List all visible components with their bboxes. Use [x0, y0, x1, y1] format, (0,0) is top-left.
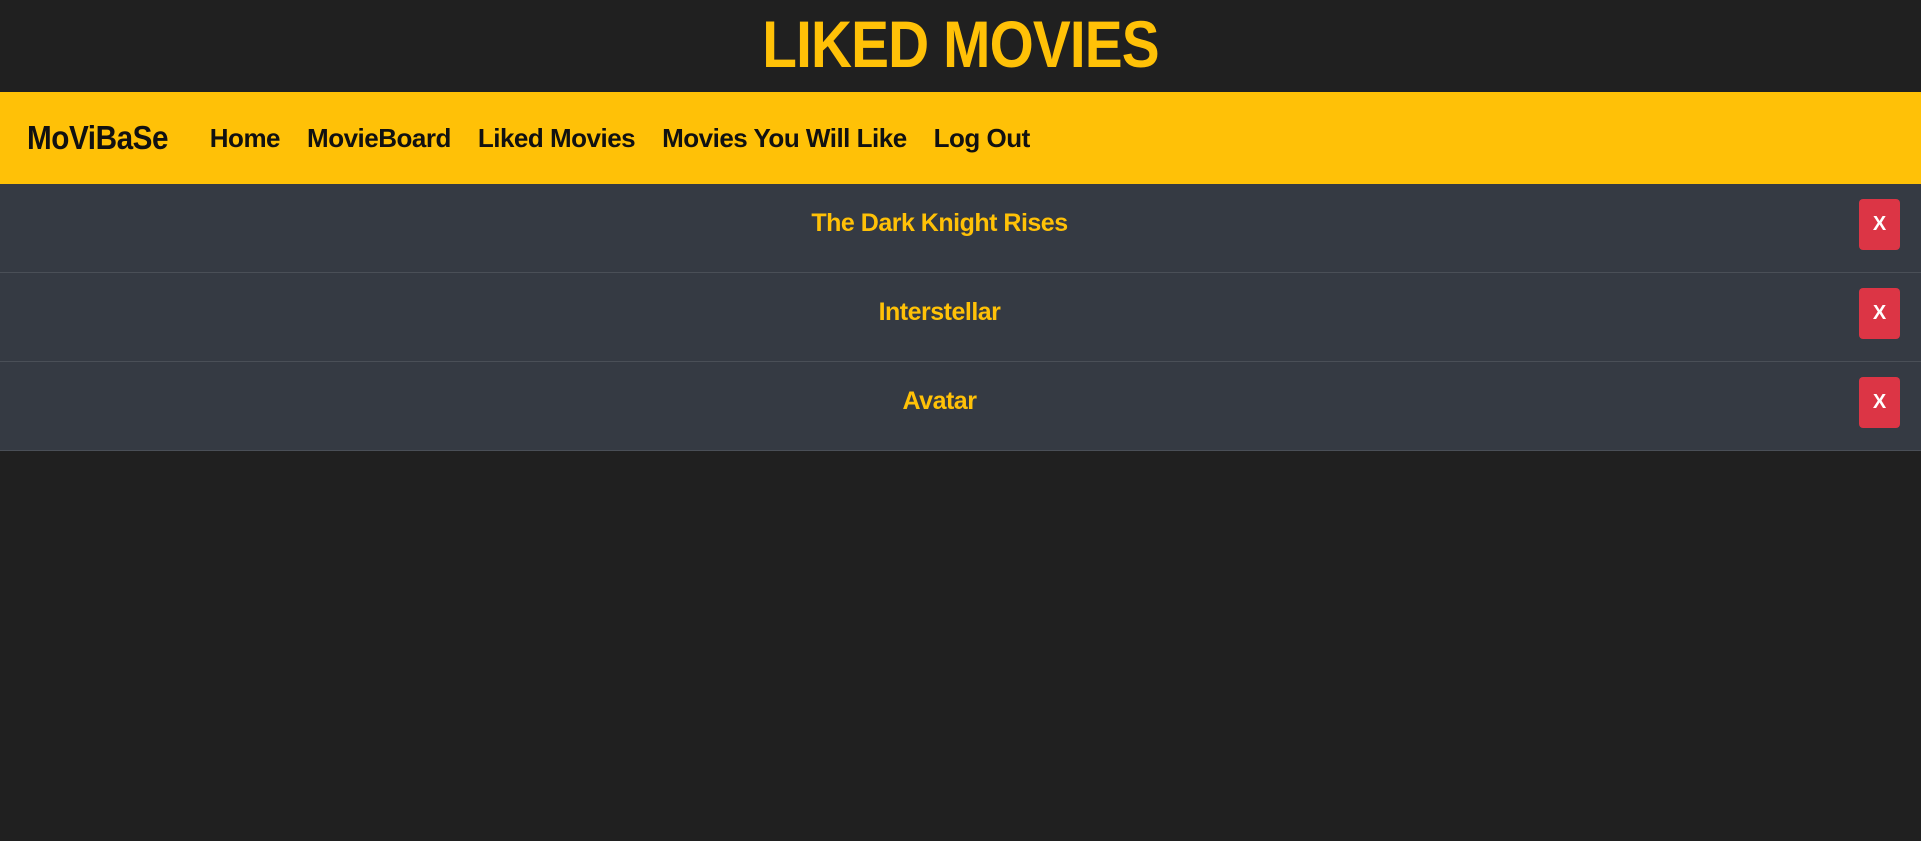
- remove-movie-button[interactable]: X: [1859, 288, 1900, 339]
- nav-link-movieboard[interactable]: MovieBoard: [307, 123, 451, 154]
- nav-link-liked-movies[interactable]: Liked Movies: [478, 123, 636, 154]
- movie-title: Interstellar: [878, 297, 1001, 326]
- remove-movie-button[interactable]: X: [1859, 377, 1900, 428]
- page-title: LIKED MOVIES: [762, 7, 1159, 81]
- list-item: Avatar X: [0, 362, 1921, 451]
- nav-links: Home MovieBoard Liked Movies Movies You …: [210, 123, 1057, 154]
- brand-logo[interactable]: MoViBaSe: [27, 119, 169, 157]
- nav-link-log-out[interactable]: Log Out: [934, 123, 1031, 154]
- movie-title: The Dark Knight Rises: [811, 208, 1068, 237]
- nav-link-home[interactable]: Home: [210, 123, 281, 154]
- nav-link-recommendations[interactable]: Movies You Will Like: [662, 123, 907, 154]
- list-item: Interstellar X: [0, 273, 1921, 362]
- movie-title: Avatar: [902, 386, 977, 415]
- liked-movies-list: The Dark Knight Rises X Interstellar X A…: [0, 184, 1921, 451]
- navbar: MoViBaSe Home MovieBoard Liked Movies Mo…: [0, 92, 1921, 184]
- remove-movie-button[interactable]: X: [1859, 199, 1900, 250]
- list-item: The Dark Knight Rises X: [0, 184, 1921, 273]
- page-header: LIKED MOVIES: [0, 0, 1921, 92]
